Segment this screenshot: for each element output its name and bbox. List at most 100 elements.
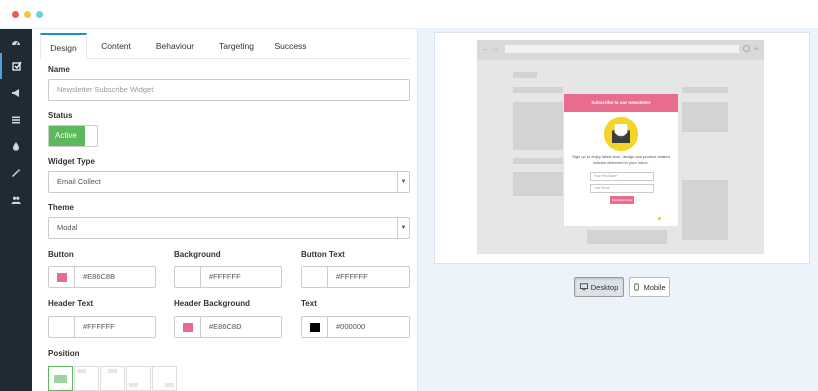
- sidebar-item-widgets[interactable]: [0, 53, 32, 79]
- desktop-preview-button[interactable]: Desktop: [574, 277, 624, 297]
- background-color-label: Background: [174, 250, 221, 259]
- dashboard-icon: [12, 41, 20, 46]
- menu-icon: ≡: [754, 44, 759, 53]
- button-text-color-swatch-box[interactable]: [302, 267, 328, 287]
- position-label: Position: [48, 349, 80, 358]
- background-color-field[interactable]: #FFFFFF: [174, 266, 282, 288]
- envelope-icon: [603, 116, 639, 152]
- button-color-field[interactable]: #E86C8B: [48, 266, 156, 288]
- page-placeholder-block: [682, 180, 728, 240]
- position-option-bottom-right[interactable]: [152, 366, 177, 391]
- sidebar-item-campaigns[interactable]: [0, 80, 32, 106]
- background-color-value: #FFFFFF: [209, 272, 241, 281]
- theme-label: Theme: [48, 203, 74, 212]
- header-background-color-swatch-box[interactable]: [175, 317, 201, 337]
- megaphone-icon: [12, 89, 19, 97]
- position-option-top-left[interactable]: [74, 366, 99, 391]
- button-color-label: Button: [48, 250, 74, 259]
- button-text-color-label: Button Text: [301, 250, 345, 259]
- theme-select[interactable]: Modal ▼: [48, 217, 410, 239]
- tab-bar: Design Content Behaviour Targeting Succe…: [40, 33, 410, 59]
- name-label: Name: [48, 65, 70, 74]
- tab-success[interactable]: Success: [268, 33, 313, 59]
- header-text-color-field[interactable]: #FFFFFF: [48, 316, 156, 338]
- chevron-down-icon: ▼: [397, 172, 409, 192]
- header-text-color-value: #FFFFFF: [83, 322, 115, 331]
- phone-icon: [634, 283, 640, 291]
- desktop-label: Desktop: [590, 282, 619, 292]
- page-placeholder-block: [513, 72, 537, 78]
- text-color-swatch: [309, 322, 320, 332]
- reload-icon: [743, 45, 750, 52]
- tab-design[interactable]: Design: [40, 33, 87, 59]
- position-option-bottom-left[interactable]: [126, 366, 151, 391]
- mobile-preview-button[interactable]: Mobile: [629, 277, 670, 297]
- browser-toolbar: ← → ≡: [477, 40, 764, 60]
- window-minimize-button[interactable]: [24, 11, 31, 18]
- widget-type-select[interactable]: Email Collect ▼: [48, 171, 410, 193]
- button-text-color-field[interactable]: #FFFFFF: [301, 266, 410, 288]
- header-text-color-swatch-box[interactable]: [49, 317, 75, 337]
- window-titlebar: [0, 0, 818, 29]
- page-placeholder-block: [682, 102, 728, 132]
- modal-name-input[interactable]: Your First Name: [590, 172, 654, 181]
- modal-header: Subscribe to our newsletter: [564, 94, 678, 112]
- header-background-color-value: #E86C8D: [209, 322, 242, 331]
- widget-type-label: Widget Type: [48, 157, 95, 166]
- sidebar: [0, 29, 32, 391]
- sidebar-item-users[interactable]: [0, 187, 32, 213]
- header-background-color-field[interactable]: #E86C8D: [174, 316, 282, 338]
- widget-type-value: Email Collect: [57, 177, 101, 186]
- status-toggle[interactable]: Active: [48, 125, 98, 147]
- position-preview-block: [129, 383, 138, 387]
- position-option-center[interactable]: [48, 366, 73, 391]
- name-input[interactable]: Newsletter Subscribe Widget: [48, 79, 410, 101]
- tab-behaviour[interactable]: Behaviour: [147, 33, 203, 59]
- checkbox-icon: [12, 61, 22, 71]
- position-option-top-center[interactable]: [100, 366, 125, 391]
- position-preview-block: [165, 383, 174, 387]
- position-preview-block: [54, 375, 67, 383]
- modal-body-text: Sign up to enjoy latest tech, design and…: [572, 154, 670, 165]
- page-placeholder-block: [513, 172, 563, 196]
- text-color-field[interactable]: #000000: [301, 316, 410, 338]
- settings-panel: Design Content Behaviour Targeting Succe…: [32, 29, 418, 391]
- sidebar-item-themes[interactable]: [0, 133, 32, 159]
- sidebar-item-tools[interactable]: [0, 160, 32, 186]
- monitor-icon: [579, 283, 588, 291]
- button-text-color-swatch: [309, 272, 320, 282]
- newsletter-modal-preview: Subscribe to our newsletter Sign up to e…: [564, 94, 678, 226]
- list-icon: [12, 116, 20, 124]
- sidebar-item-dashboard[interactable]: [0, 29, 32, 55]
- modal-email-input[interactable]: Your Email: [590, 184, 654, 193]
- position-preview-block: [77, 369, 86, 373]
- button-color-swatch-box[interactable]: [49, 267, 75, 287]
- window-zoom-button[interactable]: [36, 11, 43, 18]
- page-placeholder-block: [513, 158, 563, 164]
- text-color-label: Text: [301, 299, 317, 308]
- status-label: Status: [48, 111, 73, 120]
- tab-targeting[interactable]: Targeting: [210, 33, 263, 59]
- tab-content[interactable]: Content: [93, 33, 139, 59]
- modal-subscribe-button[interactable]: Subscribe Now: [610, 196, 634, 204]
- mobile-label: Mobile: [643, 282, 666, 292]
- button-text-color-value: #FFFFFF: [336, 272, 368, 281]
- page-placeholder-block: [513, 87, 563, 93]
- header-background-color-swatch: [182, 322, 193, 332]
- window-close-button[interactable]: [12, 11, 19, 18]
- background-color-swatch: [182, 272, 193, 282]
- button-color-swatch: [56, 272, 67, 282]
- browser-address-bar: [505, 45, 739, 53]
- theme-value: Modal: [57, 223, 78, 232]
- button-color-value: #E86C8B: [83, 272, 116, 281]
- header-text-color-label: Header Text: [48, 299, 94, 308]
- header-background-color-label: Header Background: [174, 299, 251, 308]
- users-icon: [11, 196, 21, 204]
- sidebar-item-lists[interactable]: [0, 107, 32, 133]
- wand-icon: [11, 168, 21, 178]
- text-color-swatch-box[interactable]: [302, 317, 328, 337]
- background-color-swatch-box[interactable]: [175, 267, 201, 287]
- header-text-color-swatch: [56, 322, 67, 332]
- forward-arrow-icon: →: [492, 44, 500, 53]
- back-arrow-icon: ←: [482, 44, 490, 53]
